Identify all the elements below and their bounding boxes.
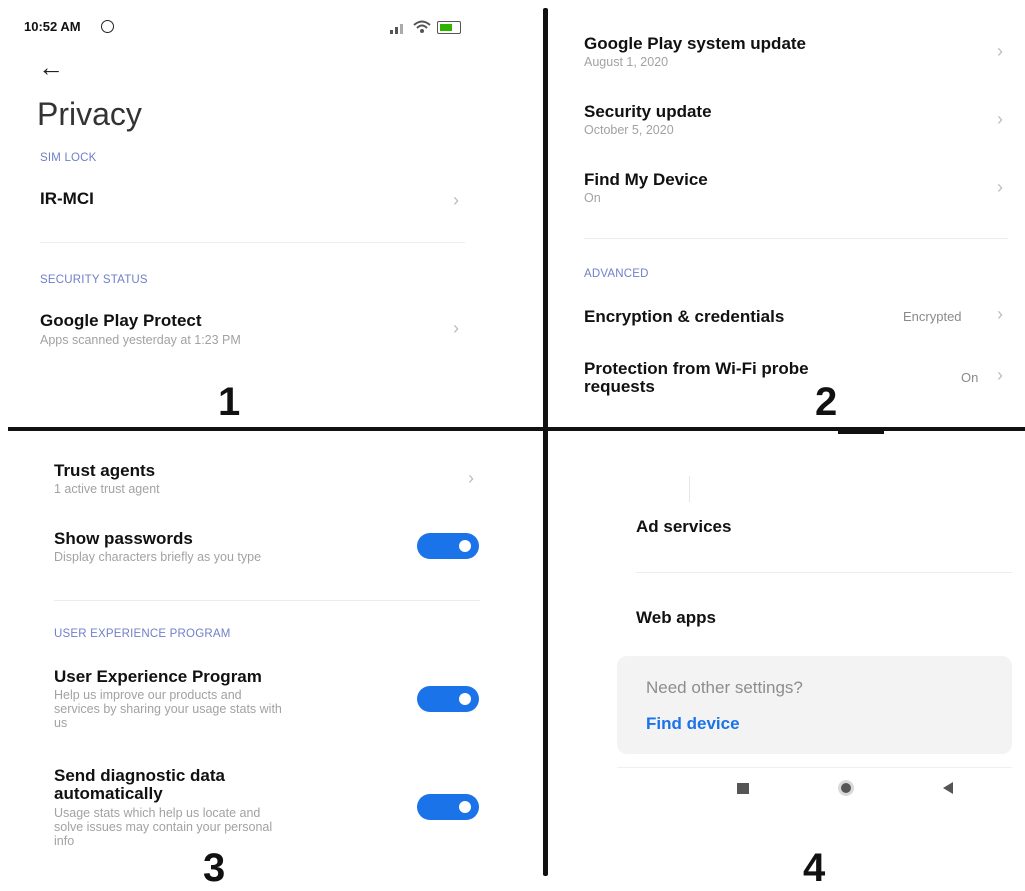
divider	[584, 238, 1008, 239]
wifi-probe-title-line1: Protection from Wi-Fi probe	[584, 359, 809, 378]
play-system-update-subtitle: August 1, 2020	[584, 55, 669, 69]
desc-line: info	[54, 834, 75, 848]
nav-bar-separator	[617, 767, 1012, 768]
wifi-probe-value: On	[961, 370, 979, 385]
desc-line: services by sharing your usage stats wit…	[54, 702, 282, 716]
desc-line: Help us improve our products and	[54, 688, 242, 702]
divider	[40, 242, 465, 243]
show-passwords-subtitle: Display characters briefly as you type	[54, 550, 262, 564]
security-update-title: Security update	[584, 102, 712, 121]
need-other-settings-label: Need other settings?	[646, 678, 803, 697]
status-time: 10:52 AM	[24, 19, 81, 34]
section-header-security-status: SECURITY STATUS	[40, 274, 148, 286]
encryption-title: Encryption & credentials	[584, 307, 785, 326]
show-passwords-toggle[interactable]	[417, 533, 479, 559]
security-update-subtitle: October 5, 2020	[584, 123, 674, 137]
quadrant-divider-vertical	[543, 8, 548, 876]
chevron-right-icon: ›	[997, 365, 1003, 385]
chevron-right-icon: ›	[453, 190, 459, 210]
play-protect-subtitle: Apps scanned yesterday at 1:23 PM	[40, 333, 241, 347]
back-icon[interactable]	[941, 781, 955, 795]
find-my-device-subtitle: On	[584, 191, 601, 205]
uxp-description: Help us improve our products and service…	[54, 688, 282, 730]
chevron-right-icon: ›	[997, 41, 1003, 61]
panel-number: 2	[815, 380, 838, 424]
signal-icon	[390, 24, 403, 34]
panel-number: 4	[803, 846, 826, 890]
find-my-device-title: Find My Device	[584, 170, 708, 189]
panel-number: 1	[218, 380, 241, 424]
divider	[689, 476, 690, 502]
web-apps-item[interactable]: Web apps	[636, 608, 716, 628]
trust-agents-title: Trust agents	[54, 461, 156, 480]
chevron-right-icon: ›	[997, 177, 1003, 197]
uxp-title: User Experience Program	[54, 667, 262, 686]
chevron-right-icon: ›	[453, 318, 459, 338]
back-arrow-icon[interactable]: ←	[38, 52, 64, 83]
panel-number: 3	[203, 846, 226, 890]
divider	[54, 600, 480, 601]
section-header-sim-lock: SIM LOCK	[40, 152, 97, 164]
play-system-update-title: Google Play system update	[584, 34, 807, 53]
sim-lock-label: IR-MCI	[40, 189, 94, 208]
desc-line: solve issues may contain your personal	[54, 820, 273, 834]
recents-icon[interactable]	[737, 783, 749, 794]
chevron-right-icon: ›	[468, 468, 474, 488]
section-header-advanced: ADVANCED	[584, 268, 649, 280]
wifi-icon	[413, 20, 431, 33]
home-icon[interactable]	[838, 780, 854, 796]
battery-icon	[437, 21, 461, 34]
trust-agents-subtitle: 1 active trust agent	[54, 482, 160, 496]
desc-line: Usage stats which help us locate and	[54, 806, 261, 820]
other-settings-card	[617, 656, 1012, 754]
uxp-toggle[interactable]	[417, 686, 479, 712]
diag-title-line1: Send diagnostic data	[54, 766, 225, 785]
alarm-icon	[101, 20, 114, 33]
wifi-probe-title-line2: requests	[584, 377, 655, 396]
chevron-right-icon: ›	[997, 304, 1003, 324]
encryption-value: Encrypted	[903, 309, 962, 324]
diag-toggle[interactable]	[417, 794, 479, 820]
divider	[636, 572, 1012, 573]
find-device-link[interactable]: Find device	[646, 714, 740, 734]
section-header-user-experience: USER EXPERIENCE PROGRAM	[54, 628, 231, 640]
desc-line: us	[54, 716, 68, 730]
ad-services-item[interactable]: Ad services	[636, 517, 731, 537]
diag-description: Usage stats which help us locate and sol…	[54, 806, 272, 848]
diag-title-line2: automatically	[54, 784, 163, 803]
play-protect-title: Google Play Protect	[40, 311, 202, 330]
page-title: Privacy	[37, 96, 142, 132]
chevron-right-icon: ›	[997, 109, 1003, 129]
divider-mark	[838, 430, 884, 434]
show-passwords-title: Show passwords	[54, 529, 193, 548]
